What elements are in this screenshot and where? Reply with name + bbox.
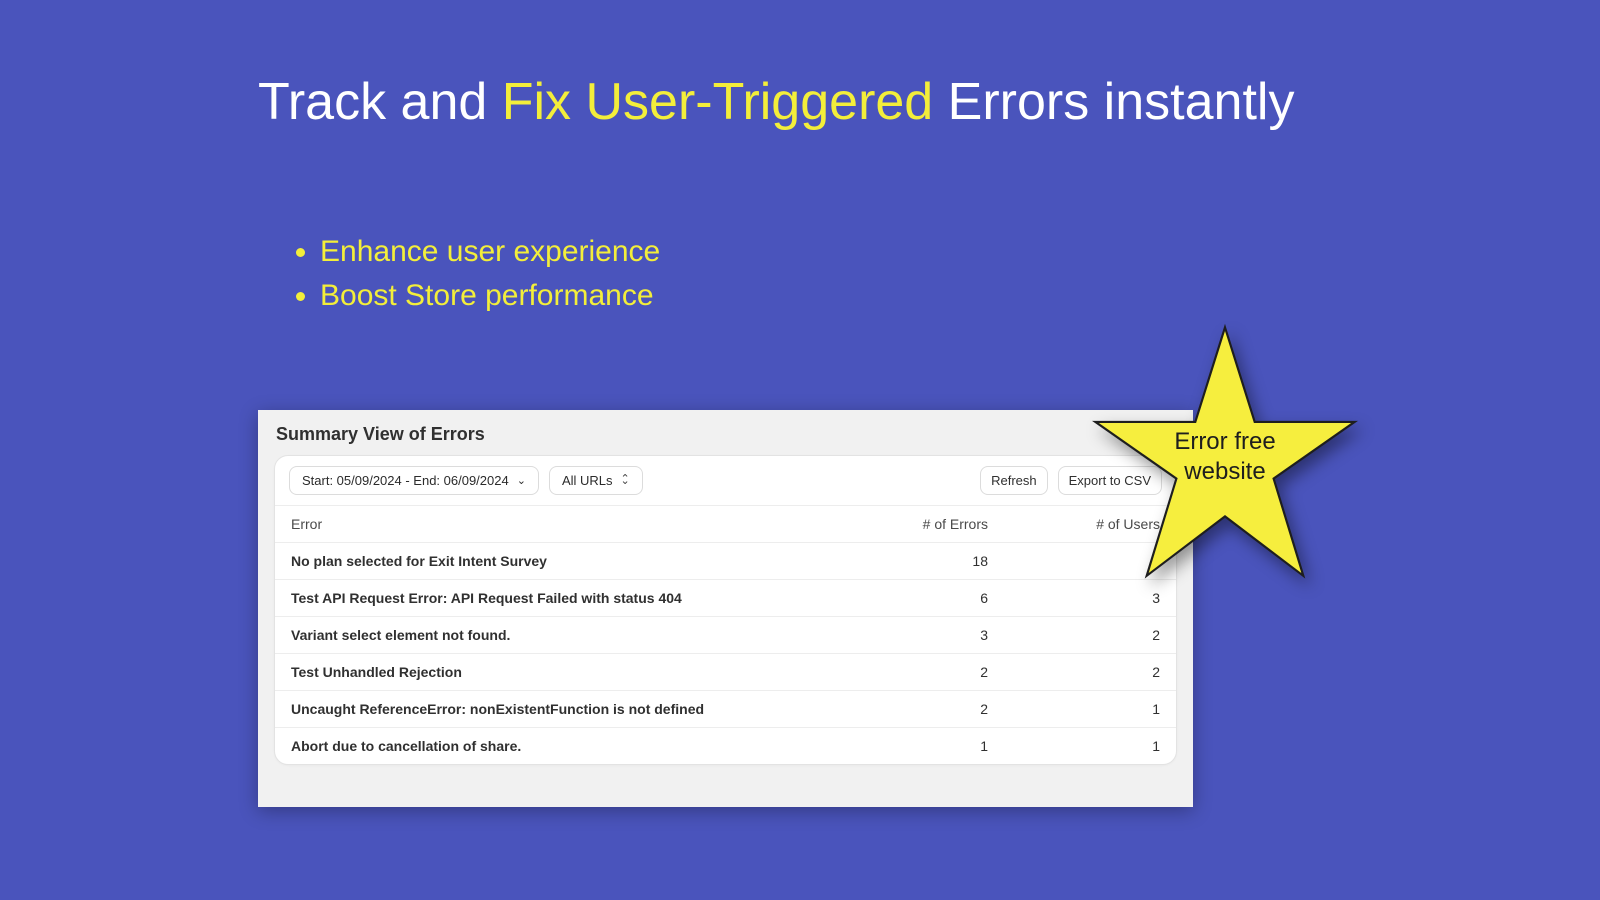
error-message-cell: Variant select element not found. <box>275 617 832 654</box>
error-count-cell: 2 <box>832 654 1004 691</box>
table-row[interactable]: Variant select element not found.32 <box>275 617 1176 654</box>
error-summary-panel: Summary View of Errors Start: 05/09/2024… <box>258 410 1193 807</box>
user-count-cell: 2 <box>1004 654 1176 691</box>
error-message-cell: Abort due to cancellation of share. <box>275 728 832 765</box>
error-message-cell: Test Unhandled Rejection <box>275 654 832 691</box>
star-icon <box>1090 322 1360 592</box>
select-updown-icon <box>621 475 630 487</box>
error-table-card: Start: 05/09/2024 - End: 06/09/2024 ⌄ Al… <box>274 455 1177 765</box>
headline-pre: Track and <box>258 73 502 131</box>
error-message-cell: Uncaught ReferenceError: nonExistentFunc… <box>275 691 832 728</box>
url-filter-label: All URLs <box>562 473 613 488</box>
bullet-item: Boost Store performance <box>320 274 660 318</box>
date-range-picker[interactable]: Start: 05/09/2024 - End: 06/09/2024 ⌄ <box>289 466 539 495</box>
error-table: Error # of Errors # of Users No plan sel… <box>275 505 1176 764</box>
table-row[interactable]: Abort due to cancellation of share.11 <box>275 728 1176 765</box>
chevron-down-icon: ⌄ <box>517 474 526 487</box>
panel-title: Summary View of Errors <box>258 410 1193 455</box>
error-count-cell: 6 <box>832 580 1004 617</box>
user-count-cell: 1 <box>1004 728 1176 765</box>
table-row[interactable]: Test API Request Error: API Request Fail… <box>275 580 1176 617</box>
star-badge: Error free website <box>1090 322 1360 592</box>
refresh-button[interactable]: Refresh <box>980 466 1048 495</box>
feature-bullets: Enhance user experience Boost Store perf… <box>290 230 660 318</box>
bullet-item: Enhance user experience <box>320 230 660 274</box>
headline-post: Errors instantly <box>933 73 1294 131</box>
error-count-cell: 3 <box>832 617 1004 654</box>
table-row[interactable]: Test Unhandled Rejection22 <box>275 654 1176 691</box>
table-row[interactable]: No plan selected for Exit Intent Survey1… <box>275 543 1176 580</box>
error-message-cell: No plan selected for Exit Intent Survey <box>275 543 832 580</box>
headline: Track and Fix User-Triggered Errors inst… <box>258 70 1308 135</box>
col-count[interactable]: # of Errors <box>832 506 1004 543</box>
col-error[interactable]: Error <box>275 506 832 543</box>
headline-accent: Fix User-Triggered <box>502 73 934 131</box>
toolbar: Start: 05/09/2024 - End: 06/09/2024 ⌄ Al… <box>275 456 1176 505</box>
error-count-cell: 2 <box>832 691 1004 728</box>
user-count-cell: 2 <box>1004 617 1176 654</box>
error-count-cell: 1 <box>832 728 1004 765</box>
date-range-label: Start: 05/09/2024 - End: 06/09/2024 <box>302 473 509 488</box>
error-message-cell: Test API Request Error: API Request Fail… <box>275 580 832 617</box>
table-row[interactable]: Uncaught ReferenceError: nonExistentFunc… <box>275 691 1176 728</box>
table-header-row: Error # of Errors # of Users <box>275 506 1176 543</box>
user-count-cell: 1 <box>1004 691 1176 728</box>
error-count-cell: 18 <box>832 543 1004 580</box>
url-filter-select[interactable]: All URLs <box>549 466 643 495</box>
